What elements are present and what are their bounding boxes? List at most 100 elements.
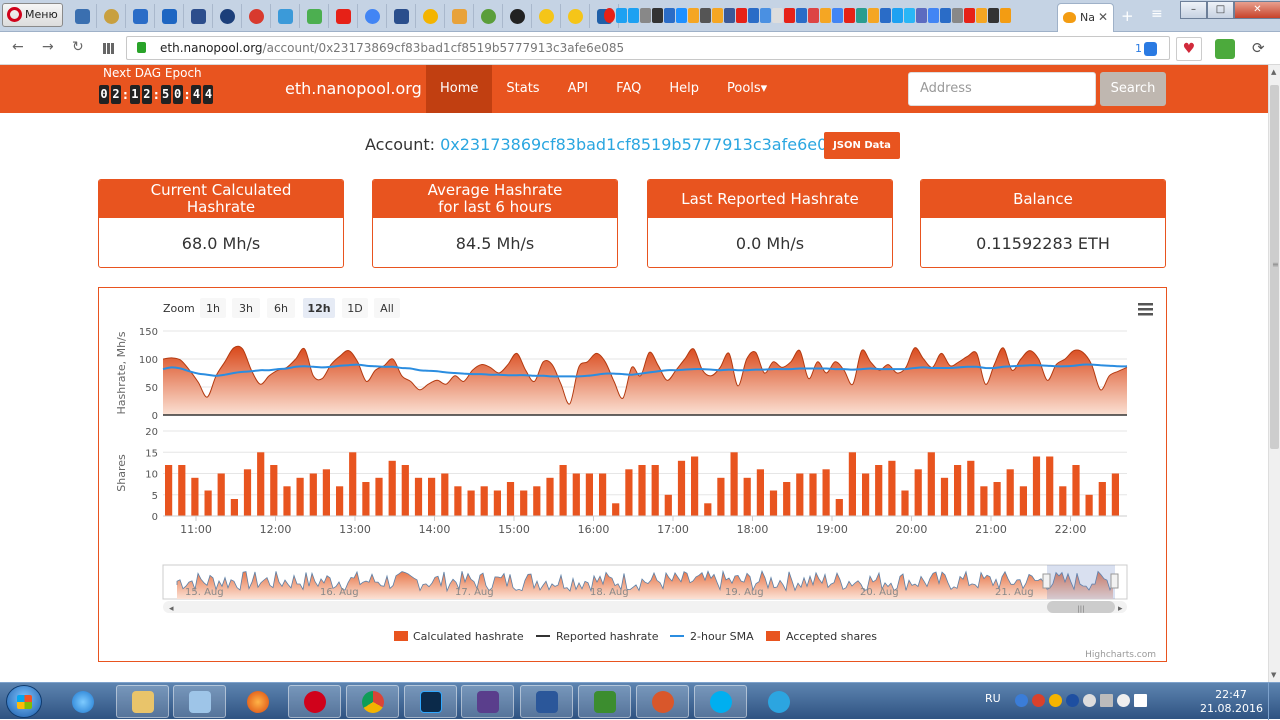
shares-bar[interactable] — [901, 490, 909, 517]
shares-bar[interactable] — [520, 490, 528, 517]
shares-bar[interactable] — [454, 486, 462, 517]
nav-item-help[interactable]: Help — [655, 65, 713, 113]
shares-bar[interactable] — [967, 460, 975, 517]
shares-bar[interactable] — [493, 490, 501, 517]
shares-bar[interactable] — [362, 482, 370, 516]
pinned-tab[interactable] — [416, 4, 445, 28]
eye-app-taskbar-button[interactable] — [636, 685, 689, 718]
shares-bar[interactable] — [638, 465, 646, 516]
shares-bar[interactable] — [1085, 494, 1093, 517]
chart-menu-icon[interactable] — [1138, 308, 1153, 311]
shares-bar[interactable] — [441, 473, 449, 517]
shares-bar[interactable] — [388, 460, 396, 517]
pinned-tab[interactable] — [68, 4, 97, 28]
close-tab-icon[interactable]: ✕ — [1098, 10, 1108, 24]
extension-icon[interactable] — [1215, 39, 1235, 59]
zoom-button-label[interactable]: 1h — [206, 302, 220, 315]
shares-bar[interactable] — [875, 465, 883, 516]
nav-item-api[interactable]: API — [554, 65, 603, 113]
shares-bar[interactable] — [1046, 456, 1054, 517]
explorer-taskbar-button[interactable] — [116, 685, 169, 718]
minimize-window-button[interactable]: – — [1180, 1, 1207, 19]
shares-bar[interactable] — [651, 465, 659, 516]
word-taskbar-button[interactable] — [520, 685, 573, 718]
tray-icon[interactable] — [1015, 694, 1028, 707]
tray-icon[interactable] — [1032, 694, 1045, 707]
pinned-tab[interactable] — [300, 4, 329, 28]
back-icon[interactable]: ← — [12, 39, 24, 55]
navigator-scrollbar-track[interactable] — [163, 601, 1127, 613]
language-indicator[interactable]: RU — [985, 692, 1001, 705]
pinned-tab[interactable] — [445, 4, 474, 28]
shares-bar[interactable] — [822, 469, 830, 517]
heart-icon[interactable]: ♥ — [1176, 37, 1202, 61]
nav-item-home[interactable]: Home — [426, 65, 493, 113]
shares-bar[interactable] — [704, 503, 712, 517]
start-button[interactable] — [6, 685, 42, 718]
shares-bar[interactable] — [506, 482, 515, 516]
legend-item-label[interactable]: Accepted shares — [786, 630, 877, 643]
search-button[interactable]: Search — [1100, 72, 1166, 106]
chart-menu-icon[interactable] — [1138, 313, 1153, 316]
notepad-taskbar-button[interactable] — [173, 685, 226, 718]
taskbar-clock[interactable]: 22:47 21.08.2016 — [1200, 688, 1263, 716]
shares-bar[interactable] — [835, 499, 843, 516]
shares-bar[interactable] — [927, 452, 935, 517]
pinned-tab[interactable] — [561, 4, 590, 28]
shares-bar[interactable] — [283, 486, 291, 517]
shares-bar[interactable] — [375, 477, 383, 517]
shares-bar[interactable] — [401, 465, 409, 516]
tray-icon[interactable] — [1049, 694, 1062, 707]
shares-bar[interactable] — [349, 452, 357, 517]
shares-bar[interactable] — [204, 490, 212, 517]
shares-bar[interactable] — [296, 477, 304, 517]
shares-bar[interactable] — [336, 486, 344, 517]
pinned-tab[interactable] — [503, 4, 532, 28]
json-data-button[interactable]: JSON Data — [824, 132, 900, 159]
network-icon[interactable] — [1100, 694, 1113, 707]
nav-item-faq[interactable]: FAQ — [602, 65, 655, 113]
legend-item-label[interactable]: 2-hour SMA — [690, 630, 754, 643]
shares-bar[interactable] — [783, 482, 791, 516]
shares-bar[interactable] — [940, 477, 949, 517]
speed-dial-icon[interactable] — [103, 43, 115, 54]
pinned-tab[interactable] — [271, 4, 300, 28]
account-address[interactable]: 0x23173869cf83bad1cf8519b5777913c3afe6e0… — [440, 135, 848, 154]
pinned-tab[interactable] — [532, 4, 561, 28]
shares-bar[interactable] — [796, 473, 804, 517]
chrome-taskbar-button[interactable] — [346, 685, 399, 718]
pinned-tab[interactable] — [213, 4, 242, 28]
show-desktop-button[interactable] — [1268, 683, 1280, 720]
shares-bar[interactable] — [717, 477, 725, 517]
pinned-tab[interactable] — [474, 4, 503, 28]
legend-swatch[interactable] — [766, 631, 780, 641]
shares-bar[interactable] — [862, 473, 870, 517]
site-brand[interactable]: eth.nanopool.org — [285, 79, 422, 98]
pinned-tab[interactable] — [329, 4, 358, 28]
zoom-button-label[interactable]: 3h — [239, 302, 253, 315]
photoshop-taskbar-button[interactable] — [404, 685, 457, 718]
shares-bar[interactable] — [191, 477, 199, 517]
shares-bar[interactable] — [769, 490, 778, 517]
shares-bar[interactable] — [546, 477, 554, 517]
shares-bar[interactable] — [691, 456, 699, 517]
firefox-taskbar-button[interactable] — [231, 685, 284, 718]
reload-icon[interactable]: ↻ — [72, 39, 84, 55]
forward-icon[interactable]: → — [42, 39, 54, 55]
volume-icon[interactable] — [1117, 694, 1130, 707]
shares-bar[interactable] — [730, 452, 738, 517]
shares-bar[interactable] — [914, 469, 922, 517]
shares-bar[interactable] — [743, 477, 751, 517]
opera-menu-button[interactable]: Меню — [2, 3, 63, 27]
adblock-badge[interactable]: 1 — [1135, 38, 1157, 60]
pinned-tab[interactable] — [387, 4, 416, 28]
active-tab[interactable]: Na ✕ — [1057, 3, 1114, 32]
shares-bar[interactable] — [625, 469, 633, 517]
scroll-up-icon[interactable]: ▲ — [1271, 68, 1276, 76]
page-scrollbar[interactable]: ▲ ≡ ▼ — [1268, 65, 1280, 682]
shares-bar[interactable] — [1072, 465, 1080, 516]
pinned-tab[interactable] — [358, 4, 387, 28]
winrar-taskbar-button[interactable] — [461, 685, 514, 718]
legend-swatch[interactable] — [394, 631, 408, 641]
shares-bar[interactable] — [809, 473, 817, 517]
